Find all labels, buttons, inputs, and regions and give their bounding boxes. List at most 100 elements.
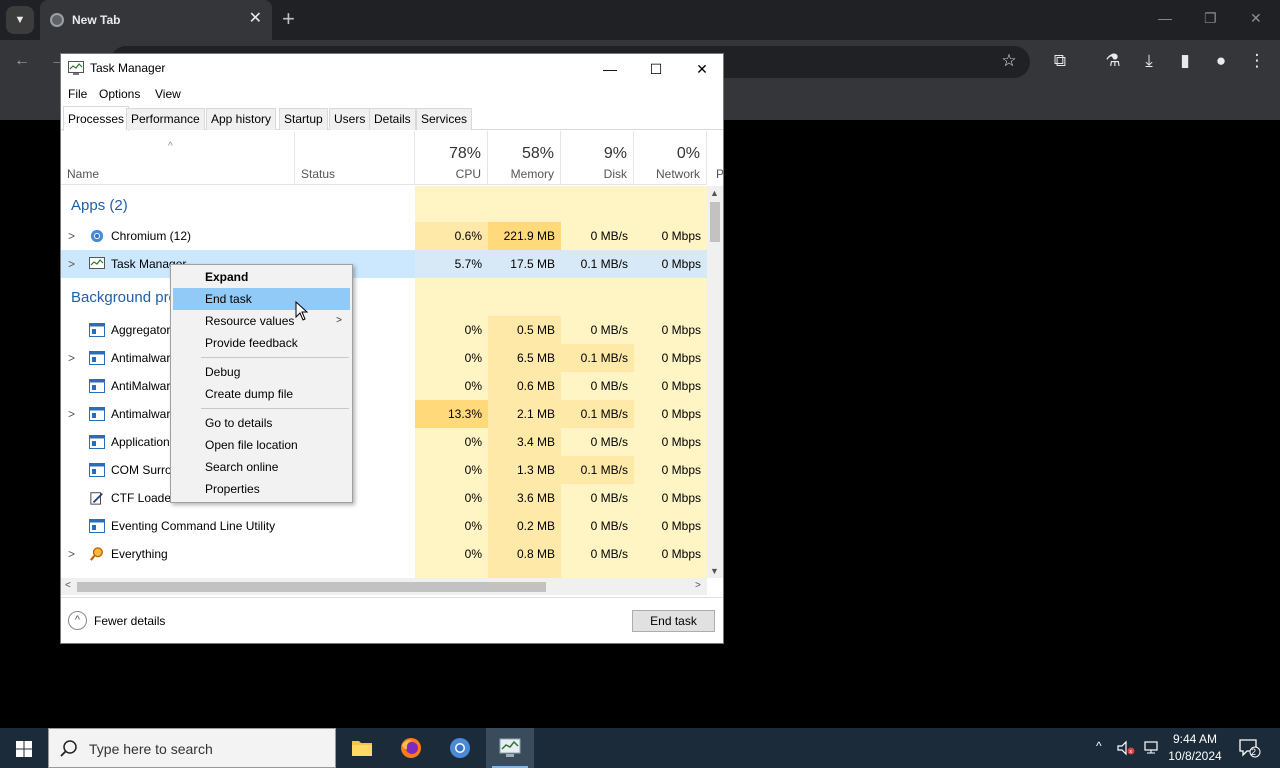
- search-icon: [60, 740, 77, 757]
- extensions-icon[interactable]: ⧉: [1049, 51, 1071, 71]
- scroll-thumb[interactable]: [77, 582, 546, 592]
- menu-item-end-task[interactable]: End task: [173, 288, 350, 310]
- profile-icon[interactable]: ●: [1210, 51, 1232, 71]
- tab-startup[interactable]: Startup: [279, 108, 328, 130]
- disk-value: 0.1 MB/s: [561, 344, 634, 372]
- table-row[interactable]: Eventing Command Line Utility 0% 0.2 MB …: [61, 512, 707, 540]
- table-row[interactable]: AntiMalware Service Executable 0% 0.6 MB…: [61, 372, 707, 400]
- back-icon[interactable]: ←: [14, 52, 30, 70]
- menu-item-provide-feedback[interactable]: Provide feedback: [173, 332, 350, 354]
- column-header-name[interactable]: ^ Name: [61, 131, 295, 185]
- taskbar-task-manager[interactable]: [486, 728, 534, 768]
- menu-item-go-to-details[interactable]: Go to details: [173, 412, 350, 434]
- menu-file[interactable]: File: [68, 87, 87, 101]
- tray-overflow-chevron-icon[interactable]: ^: [1096, 739, 1102, 768]
- table-row[interactable]: > Antimalware Core Service 0% 6.5 MB 0.1…: [61, 344, 707, 372]
- disk-value: 0 MB/s: [561, 512, 634, 540]
- context-menu: Expand End task Resource values > Provid…: [170, 264, 353, 503]
- table-row[interactable]: Aggregator host 0% 0.5 MB 0 MB/s 0 Mbps: [61, 316, 707, 344]
- tab-app-history[interactable]: App history: [206, 108, 277, 130]
- menu-separator: [201, 357, 349, 358]
- column-header-disk[interactable]: 9% Disk: [561, 131, 634, 185]
- menu-item-open-file-location[interactable]: Open file location: [173, 434, 350, 456]
- download-icon[interactable]: ⤓: [1138, 51, 1160, 71]
- taskbar-search-box[interactable]: Type here to search: [48, 728, 336, 768]
- more-menu-icon[interactable]: ⋮: [1246, 51, 1268, 71]
- network-value: 0 Mbps: [634, 222, 707, 250]
- table-row-selected[interactable]: > Task Manager 5.7% 17.5 MB 0.1 MB/s 0 M…: [61, 250, 707, 278]
- tab-users[interactable]: Users: [329, 108, 371, 130]
- tab-performance[interactable]: Performance: [126, 108, 205, 130]
- column-header-cpu[interactable]: 78% CPU: [415, 131, 488, 185]
- column-header-network[interactable]: 0% Network: [634, 131, 707, 185]
- labs-flask-icon[interactable]: ⚗: [1102, 51, 1124, 71]
- notification-center-icon[interactable]: [1238, 738, 1262, 758]
- close-icon[interactable]: ✕: [679, 58, 725, 80]
- scroll-left-icon[interactable]: <: [65, 580, 71, 591]
- system-clock[interactable]: 9:44 AM 10/8/2024: [1164, 731, 1226, 765]
- maximize-icon[interactable]: ☐: [633, 58, 679, 80]
- menu-options[interactable]: Options: [99, 87, 140, 101]
- chevron-right-icon[interactable]: >: [68, 344, 75, 372]
- tab-search-button[interactable]: ▼: [6, 6, 34, 34]
- table-row[interactable]: Application Frame Host 0% 3.4 MB 0 MB/s …: [61, 428, 707, 456]
- menu-item-debug[interactable]: Debug: [173, 361, 350, 383]
- network-value: 0 Mbps: [634, 540, 707, 568]
- start-button[interactable]: [0, 728, 48, 768]
- column-header-power[interactable]: P: [716, 167, 724, 181]
- vertical-scrollbar[interactable]: ▲ ▼: [707, 186, 723, 578]
- table-row[interactable]: > Antimalware Service Executable 13.3% 2…: [61, 400, 707, 428]
- group-header-apps: Apps (2): [61, 186, 707, 222]
- menu-item-properties[interactable]: Properties: [173, 478, 350, 500]
- taskbar: Type here to search ^ x 9:44 AM 10/8/202…: [0, 728, 1280, 768]
- table-row[interactable]: > Everything 0% 0.8 MB 0 MB/s 0 Mbps: [61, 540, 707, 568]
- disk-value: 0 MB/s: [561, 222, 634, 250]
- horizontal-scrollbar[interactable]: < >: [61, 578, 707, 595]
- network-value: 0 Mbps: [634, 428, 707, 456]
- side-panel-icon[interactable]: ▮: [1174, 51, 1196, 71]
- network-value: 0 Mbps: [634, 372, 707, 400]
- chevron-right-icon[interactable]: >: [68, 222, 75, 250]
- end-task-button[interactable]: End task: [632, 610, 715, 632]
- minimize-icon[interactable]: —: [1158, 10, 1172, 26]
- chevron-right-icon[interactable]: >: [68, 250, 75, 278]
- windows-logo-icon: [16, 741, 32, 757]
- minimize-icon[interactable]: —: [587, 58, 633, 80]
- menu-item-resource-values[interactable]: Resource values >: [173, 310, 350, 332]
- cpu-value: 0%: [415, 540, 488, 568]
- scroll-down-icon[interactable]: ▼: [710, 566, 719, 576]
- tab-details[interactable]: Details: [369, 108, 416, 130]
- scroll-thumb[interactable]: [710, 202, 720, 242]
- column-header-memory[interactable]: 58% Memory: [488, 131, 561, 185]
- fewer-details-link[interactable]: Fewer details: [94, 614, 165, 628]
- firefox-icon: [401, 738, 421, 758]
- tab-close-icon[interactable]: ✕: [249, 10, 262, 28]
- chevron-right-icon[interactable]: >: [68, 540, 75, 568]
- table-row[interactable]: COM Surrogate 0% 1.3 MB 0.1 MB/s 0 Mbps: [61, 456, 707, 484]
- close-icon[interactable]: ✕: [1250, 10, 1262, 27]
- tab-services[interactable]: Services: [416, 108, 473, 130]
- bookmark-star-icon[interactable]: ☆: [998, 51, 1020, 71]
- tab-processes[interactable]: Processes: [63, 106, 130, 131]
- taskbar-chromium[interactable]: [436, 728, 484, 768]
- menu-item-create-dump-file[interactable]: Create dump file: [173, 383, 350, 405]
- taskbar-file-explorer[interactable]: [338, 728, 386, 768]
- column-header-status[interactable]: Status: [295, 131, 415, 185]
- restore-icon[interactable]: ❐: [1204, 10, 1217, 27]
- menu-item-expand[interactable]: Expand: [173, 266, 350, 288]
- chevron-right-icon[interactable]: >: [68, 400, 75, 428]
- menu-item-search-online[interactable]: Search online: [173, 456, 350, 478]
- cpu-value: 5.7%: [415, 250, 488, 278]
- chevron-up-circle-icon[interactable]: ^: [68, 611, 87, 630]
- network-icon[interactable]: [1142, 740, 1160, 756]
- scroll-up-icon[interactable]: ▲: [710, 188, 719, 198]
- scroll-right-icon[interactable]: >: [695, 580, 701, 591]
- new-tab-button[interactable]: +: [282, 8, 295, 30]
- speaker-muted-icon[interactable]: x: [1116, 740, 1136, 756]
- table-row[interactable]: > Chromium (12) 0.6% 221.9 MB 0 MB/s 0 M…: [61, 222, 707, 250]
- table-row[interactable]: CTF Loader 0% 3.6 MB 0 MB/s 0 Mbps: [61, 484, 707, 512]
- menu-view[interactable]: View: [155, 87, 181, 101]
- taskbar-firefox[interactable]: [387, 728, 435, 768]
- task-manager-titlebar[interactable]: Task Manager — ☐ ✕: [61, 54, 723, 83]
- browser-tab-new-tab[interactable]: New Tab ✕: [40, 0, 272, 40]
